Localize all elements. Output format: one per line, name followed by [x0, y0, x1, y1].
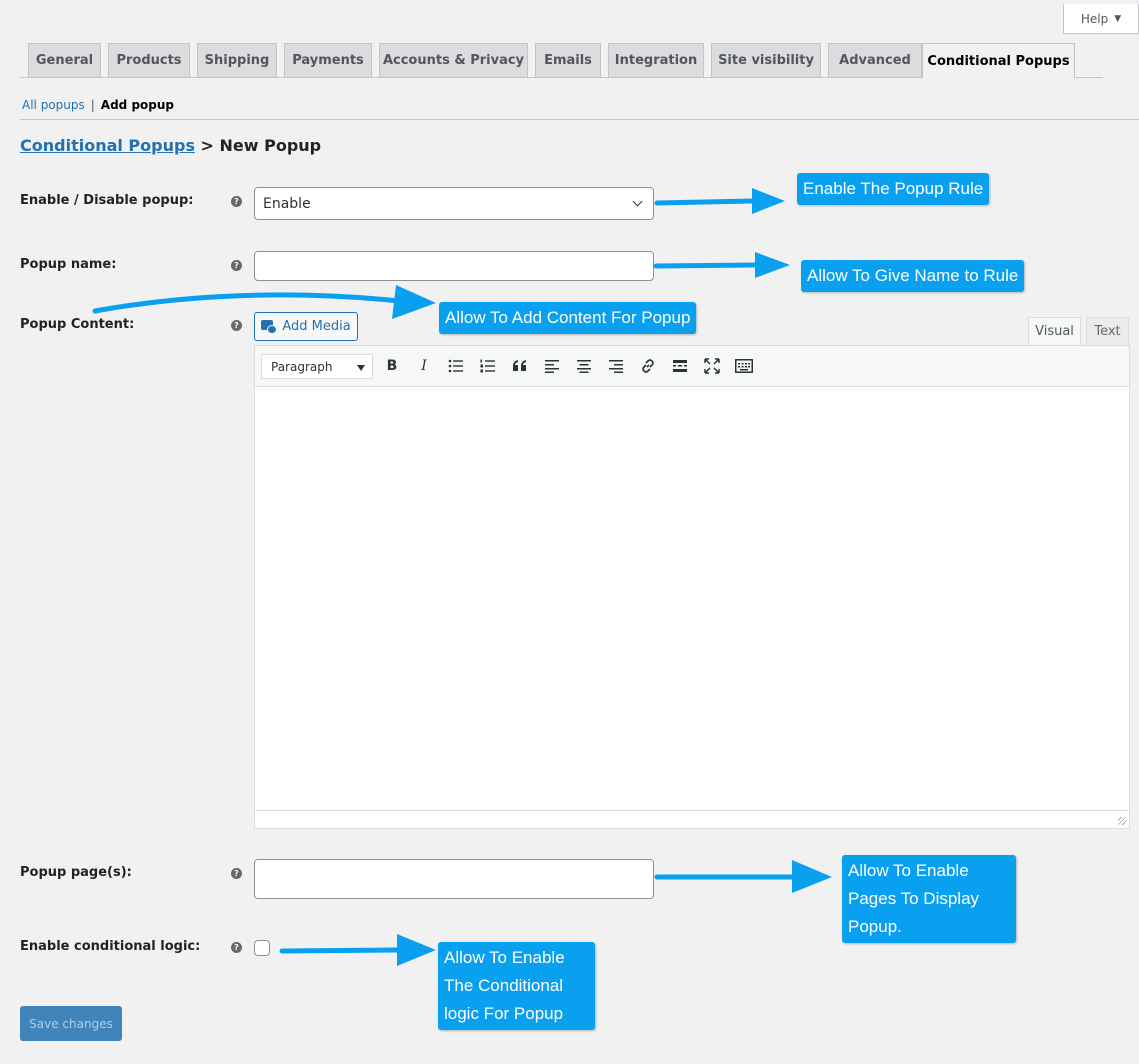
fullscreen-icon[interactable]: [700, 354, 724, 378]
add-media-button[interactable]: Add Media: [254, 312, 358, 341]
media-icon: [261, 319, 278, 334]
arrow-content-head: [392, 285, 436, 319]
arrow-enable: [654, 198, 755, 206]
arrow-content: [92, 292, 403, 314]
caret-down-icon: ▼: [1114, 13, 1122, 24]
chevron-down-icon: [632, 196, 643, 207]
help-tip-icon[interactable]: ?: [231, 320, 242, 331]
tab-general[interactable]: General: [28, 43, 101, 78]
tab-visual[interactable]: Visual: [1028, 317, 1081, 346]
settings-tabs: General Products Shipping Payments Accou…: [20, 42, 1103, 79]
callout-name: Allow To Give Name to Rule: [801, 260, 1025, 292]
enable-label: Enable / Disable popup:: [20, 193, 194, 208]
add-media-label: Add Media: [282, 319, 351, 334]
arrow-pages-head: [792, 860, 832, 893]
all-popups-link[interactable]: All popups: [22, 98, 85, 112]
tab-site-visibility[interactable]: Site visibility: [711, 43, 821, 78]
arrow-logic-head: [397, 934, 436, 966]
popup-content-label: Popup Content:: [20, 317, 135, 332]
page-title: Conditional Popups > New Popup: [20, 136, 321, 155]
toolbar-toggle-icon[interactable]: [732, 354, 756, 378]
tab-conditional-popups[interactable]: Conditional Popups: [922, 43, 1075, 79]
help-label: Help: [1080, 11, 1109, 26]
popup-pages-label: Popup page(s):: [20, 865, 132, 880]
callout-enable: Enable The Popup Rule: [797, 173, 990, 205]
italic-icon[interactable]: I: [412, 354, 436, 378]
help-tip-icon[interactable]: ?: [231, 196, 242, 207]
tab-accounts-privacy[interactable]: Accounts & Privacy: [379, 43, 528, 78]
help-tip-icon[interactable]: ?: [231, 260, 242, 271]
help-tip-icon[interactable]: ?: [231, 942, 242, 953]
conditional-logic-checkbox[interactable]: [254, 940, 270, 956]
subnav: All popups | Add popup: [22, 98, 174, 112]
tab-advanced[interactable]: Advanced: [828, 43, 922, 78]
bold-icon[interactable]: B: [380, 354, 404, 378]
add-popup-link[interactable]: Add popup: [101, 98, 174, 112]
divider: [20, 119, 1139, 120]
blockquote-icon[interactable]: [508, 354, 532, 378]
tab-payments[interactable]: Payments: [284, 43, 372, 78]
callout-logic: Allow To Enable The Conditional logic Fo…: [438, 942, 595, 1030]
breadcrumb-current: > New Popup: [200, 136, 322, 155]
tab-integration[interactable]: Integration: [608, 43, 704, 78]
popup-name-input[interactable]: [254, 251, 654, 281]
content-editor: Paragraph B I: [254, 345, 1130, 829]
format-select-value: Paragraph: [271, 359, 333, 374]
help-tip-icon[interactable]: ?: [231, 868, 242, 879]
align-center-icon[interactable]: [572, 354, 596, 378]
numbered-list-icon[interactable]: [476, 354, 500, 378]
bullet-list-icon[interactable]: [444, 354, 468, 378]
read-more-icon[interactable]: [668, 354, 692, 378]
subnav-separator: |: [90, 98, 95, 112]
tab-emails[interactable]: Emails: [535, 43, 601, 78]
tab-products[interactable]: Products: [108, 43, 190, 78]
breadcrumb-conditional-popups[interactable]: Conditional Popups: [20, 136, 195, 155]
arrow-name: [653, 262, 758, 269]
editor-toolbar: Paragraph B I: [255, 346, 1129, 387]
align-left-icon[interactable]: [540, 354, 564, 378]
tab-text[interactable]: Text: [1086, 317, 1129, 346]
callout-content: Allow To Add Content For Popup: [439, 302, 697, 334]
arrow-name-head: [755, 252, 790, 278]
editor-statusbar: [255, 810, 1129, 828]
help-button[interactable]: Help ▼: [1063, 4, 1139, 34]
callout-pages: Allow To Enable Pages To Display Popup.: [842, 855, 1016, 943]
popup-pages-input[interactable]: [254, 859, 654, 899]
save-changes-button[interactable]: Save changes: [20, 1006, 122, 1041]
conditional-logic-label: Enable conditional logic:: [20, 939, 201, 954]
tab-shipping[interactable]: Shipping: [197, 43, 277, 78]
popup-name-label: Popup name:: [20, 257, 117, 272]
enable-select-value: Enable: [263, 195, 311, 212]
link-icon[interactable]: [636, 354, 660, 378]
caret-down-icon: [357, 365, 365, 371]
resize-handle-icon[interactable]: [1118, 817, 1126, 825]
arrow-logic: [279, 947, 401, 954]
align-right-icon[interactable]: [604, 354, 628, 378]
arrow-enable-head: [752, 188, 785, 214]
editor-body[interactable]: [255, 388, 1129, 809]
format-select[interactable]: Paragraph: [261, 354, 373, 379]
enable-select[interactable]: Enable: [254, 187, 654, 220]
